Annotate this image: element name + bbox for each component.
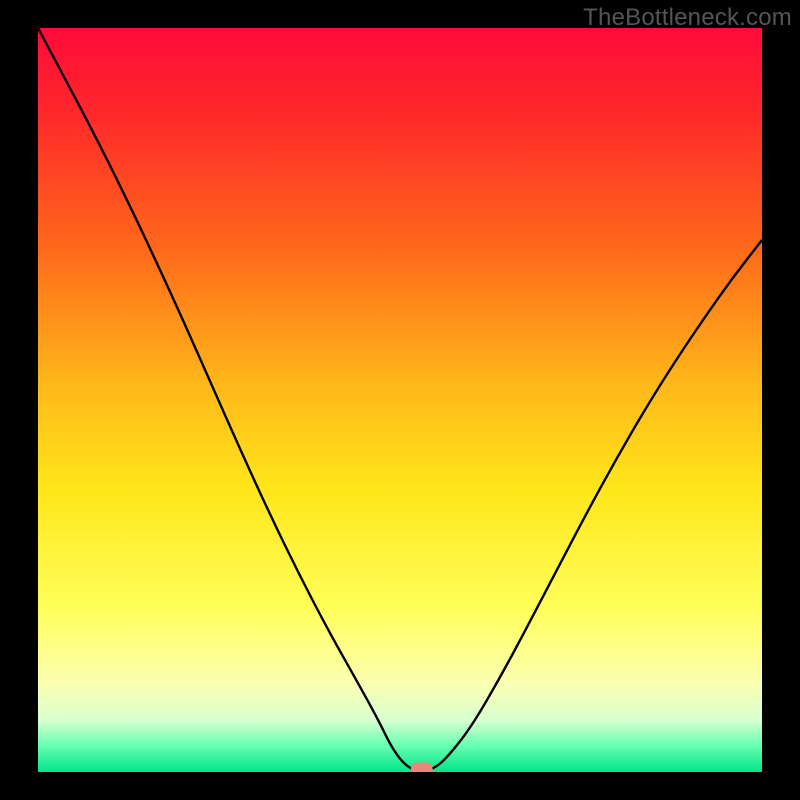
gradient-background xyxy=(38,28,762,772)
plot-svg xyxy=(38,28,762,772)
optimal-point-marker xyxy=(411,762,433,772)
chart-frame: TheBottleneck.com xyxy=(0,0,800,800)
watermark-text: TheBottleneck.com xyxy=(583,4,792,32)
plot-area xyxy=(38,28,762,772)
